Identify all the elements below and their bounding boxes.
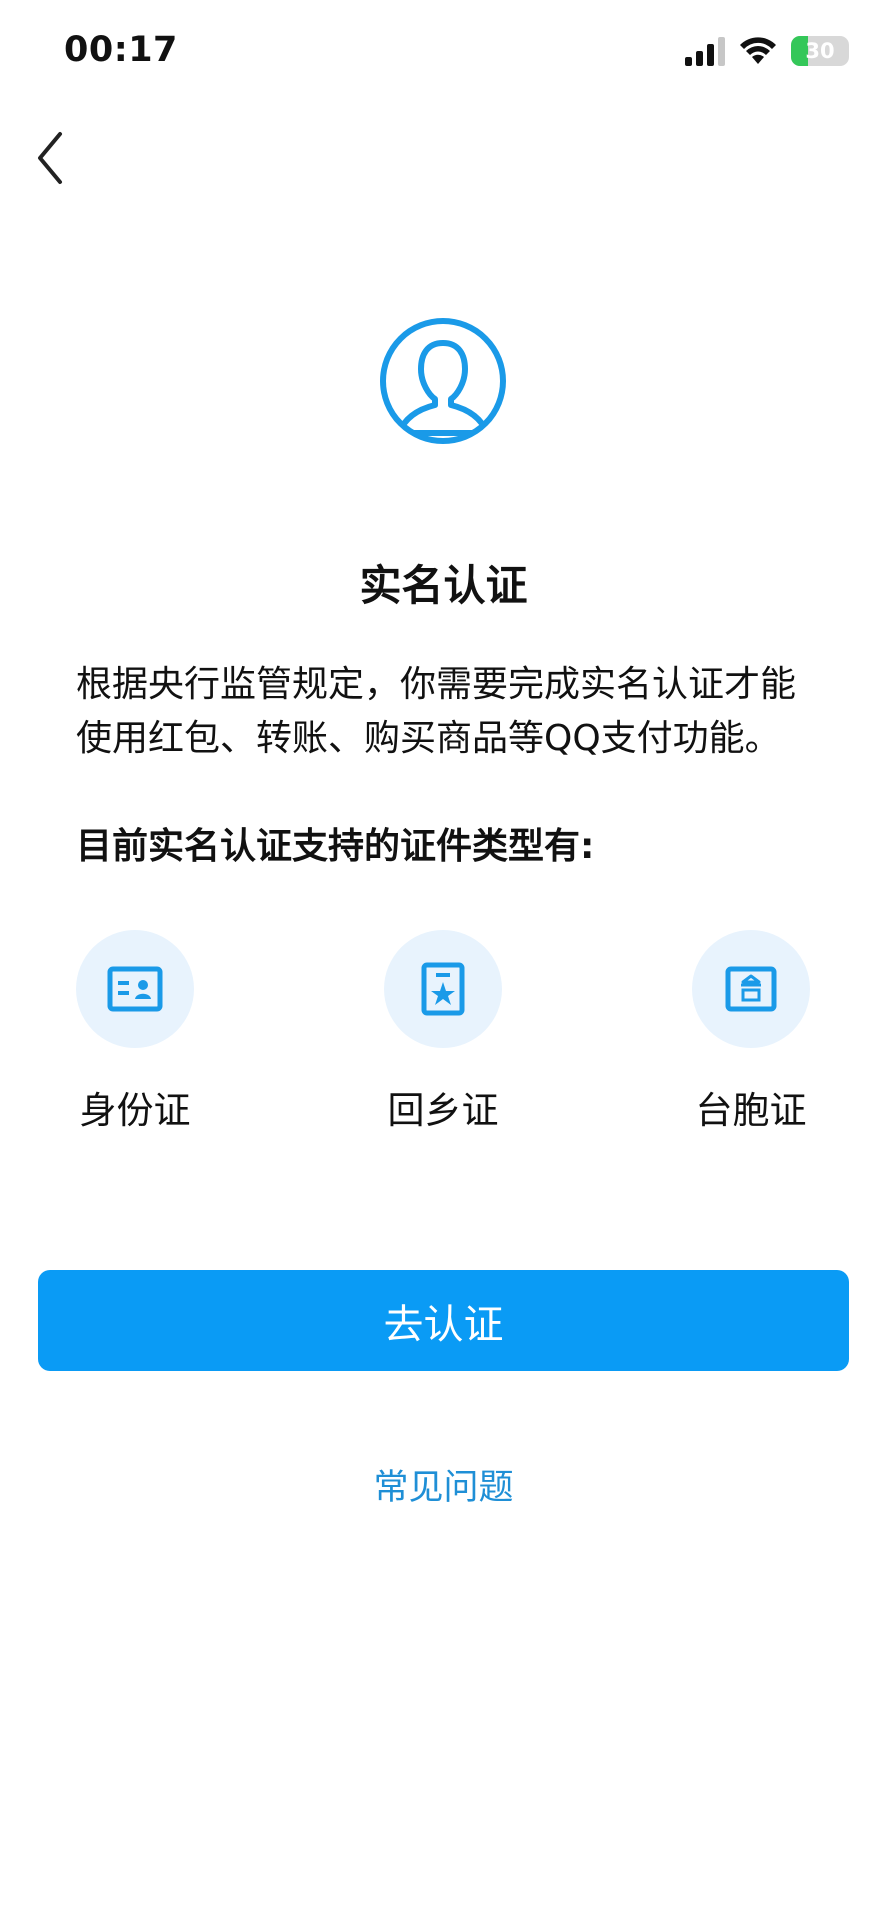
status-icons: 30 bbox=[685, 36, 849, 66]
id-type-id-card: 身份证 bbox=[76, 930, 194, 1132]
battery-level: 30 bbox=[805, 39, 835, 63]
battery-charging-icon: 30 bbox=[791, 36, 849, 66]
id-type-home-return-permit: 回乡证 bbox=[384, 930, 502, 1132]
id-type-label: 身份证 bbox=[79, 1089, 191, 1132]
taiwan-compatriot-permit-icon-badge bbox=[692, 930, 810, 1048]
supported-id-heading: 目前实名认证支持的证件类型有: bbox=[76, 826, 595, 867]
page-title: 实名认证 bbox=[359, 561, 528, 610]
go-verify-button[interactable]: 去认证 bbox=[38, 1270, 849, 1371]
real-name-verification-screen: 00:17 30 实名认证 根据央行监管规定，你需要完成实名认证才能使用红包、转… bbox=[0, 0, 887, 1920]
chevron-left-icon bbox=[38, 132, 62, 184]
home-return-permit-icon bbox=[421, 962, 465, 1016]
id-type-label: 台胞证 bbox=[695, 1089, 807, 1132]
faq-link[interactable]: 常见问题 bbox=[0, 1459, 887, 1510]
id-type-label: 回乡证 bbox=[387, 1089, 499, 1132]
cellular-signal-icon bbox=[685, 36, 725, 66]
wifi-icon bbox=[740, 37, 776, 64]
taiwan-compatriot-permit-icon bbox=[725, 966, 777, 1012]
home-return-permit-icon-badge bbox=[384, 930, 502, 1048]
id-card-icon-badge bbox=[76, 930, 194, 1048]
user-avatar-icon bbox=[380, 318, 506, 444]
status-time: 00:17 bbox=[64, 30, 178, 70]
id-type-taiwan-compatriot-permit: 台胞证 bbox=[692, 930, 810, 1132]
status-bar: 00:17 30 bbox=[0, 0, 887, 110]
back-button[interactable] bbox=[28, 126, 82, 190]
verification-description: 根据央行监管规定，你需要完成实名认证才能使用红包、转账、购买商品等QQ支付功能。 bbox=[76, 664, 797, 759]
id-card-icon bbox=[107, 966, 163, 1012]
